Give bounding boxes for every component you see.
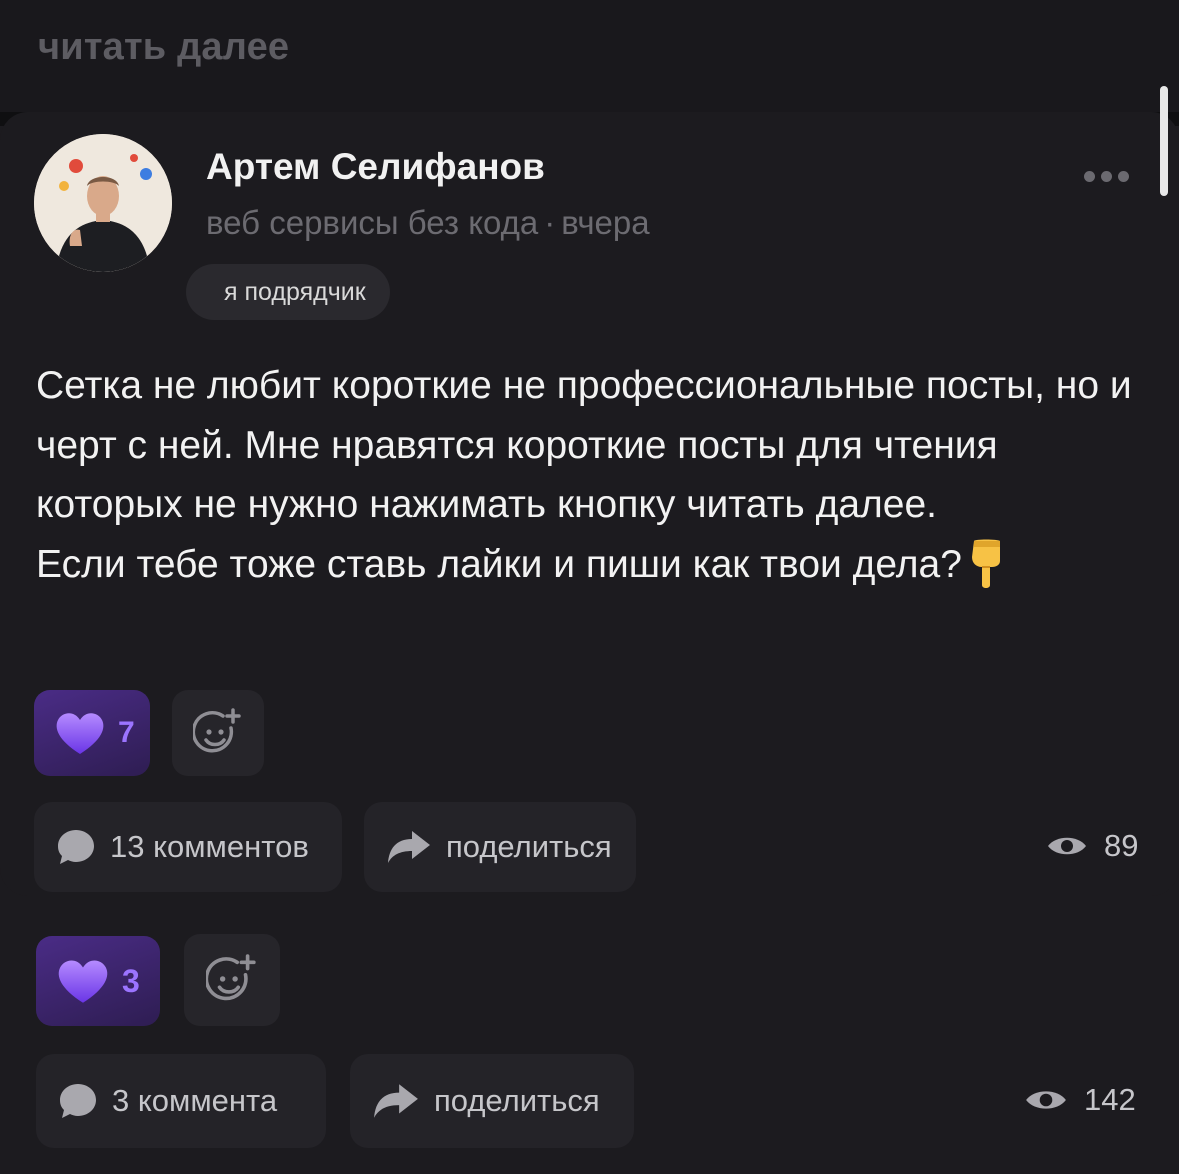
add-reaction-button[interactable]: [172, 690, 264, 776]
previous-post-tail: читать далее: [0, 0, 1179, 112]
feed: читать далее Артем Селифанов веб сервисы…: [0, 0, 1179, 1174]
add-emoji-icon: [193, 708, 241, 753]
read-more-link[interactable]: читать далее: [38, 26, 289, 69]
eye-icon: [1026, 1091, 1066, 1109]
share-label: поделиться: [446, 829, 612, 864]
like-count: 3: [122, 962, 140, 999]
eye-icon: [1048, 837, 1086, 855]
post-paragraph: Сетка не любит короткие не профессиональ…: [36, 364, 1132, 526]
views-counter: 142: [1024, 1082, 1136, 1118]
comment-icon: [58, 830, 94, 864]
post-body: Сетка не любит короткие не профессиональ…: [36, 356, 1146, 608]
like-reaction-button[interactable]: 7: [34, 690, 150, 776]
comments-button[interactable]: 3 коммента: [36, 1054, 326, 1148]
like-count: 7: [118, 716, 135, 749]
more-options-icon[interactable]: [1074, 156, 1138, 196]
purple-heart-icon: [58, 960, 108, 1003]
comments-button[interactable]: 13 комментов: [34, 802, 342, 892]
share-icon: [374, 1084, 418, 1118]
post-paragraph-text: Если тебе тоже ставь лайки и пиши как тв…: [36, 542, 962, 586]
post-time: вчера: [561, 204, 650, 241]
share-icon: [388, 831, 430, 863]
pointing-down-emoji-icon: [968, 537, 1006, 609]
share-button[interactable]: поделиться: [350, 1054, 634, 1148]
avatar-photo: [34, 134, 172, 272]
share-button[interactable]: поделиться: [364, 802, 636, 892]
comments-label: 3 коммента: [112, 1083, 278, 1118]
views-count: 142: [1084, 1082, 1136, 1117]
post-paragraph: Если тебе тоже ставь лайки и пиши как тв…: [36, 535, 1146, 609]
author-avatar[interactable]: [34, 134, 172, 272]
add-emoji-icon: [206, 954, 256, 1001]
comment-icon: [60, 1084, 96, 1118]
like-reaction-button[interactable]: 3: [36, 936, 160, 1026]
views-counter: 89: [1046, 828, 1138, 864]
purple-heart-icon: [56, 713, 104, 754]
role-badge: я подрядчик: [186, 264, 390, 320]
comments-label: 13 комментов: [110, 829, 309, 864]
author-name[interactable]: Артем Селифанов: [206, 146, 545, 188]
views-count: 89: [1104, 828, 1139, 863]
add-reaction-button[interactable]: [184, 934, 280, 1026]
author-headline: веб сервисы без кода: [206, 204, 539, 241]
author-meta: веб сервисы без кода · вчера: [206, 204, 650, 242]
share-label: поделиться: [434, 1083, 600, 1118]
scrollbar[interactable]: [1160, 86, 1168, 196]
meta-separator: ·: [544, 204, 556, 241]
